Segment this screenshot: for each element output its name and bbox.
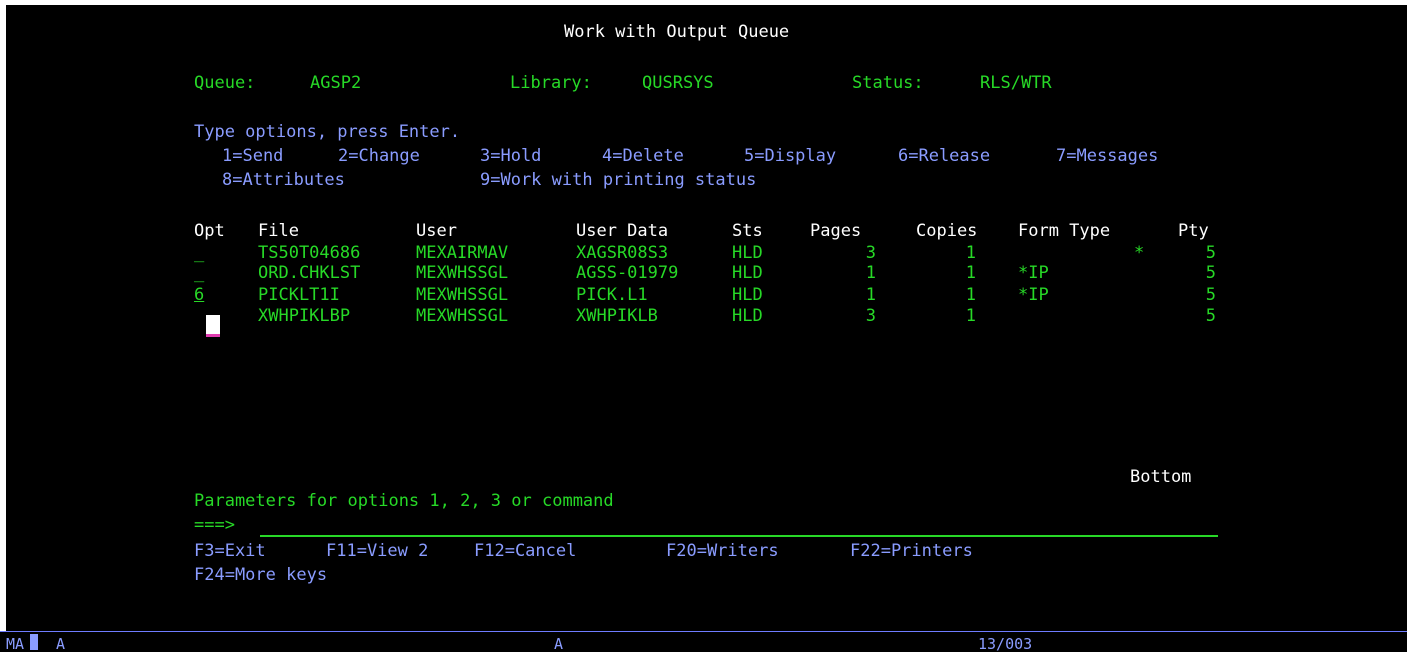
option-display: 5=Display xyxy=(744,146,837,166)
row-file: XWHPIKLBP xyxy=(258,306,351,326)
status-mode: MA xyxy=(6,635,25,652)
row-pages: 3 xyxy=(865,306,876,326)
table-row-opt-input[interactable]: _ xyxy=(194,243,204,263)
option-release: 6=Release xyxy=(898,146,991,166)
table-row-opt-input[interactable] xyxy=(206,315,220,337)
option-attributes: 8=Attributes xyxy=(222,170,345,190)
option-send: 1=Send xyxy=(222,146,284,166)
row-pty: 5 xyxy=(1205,263,1216,283)
row-user: MEXAIRMAV xyxy=(416,243,509,263)
row-user: MEXWHSSGL xyxy=(416,306,509,326)
table-row-opt-input[interactable]: 6 xyxy=(194,285,204,305)
fkey-writers[interactable]: F20=Writers xyxy=(666,541,779,561)
row-user-data: XAGSR08S3 xyxy=(576,243,669,263)
row-pty: 5 xyxy=(1205,285,1216,305)
col-header-user-data: User Data xyxy=(576,221,669,241)
row-copies: 1 xyxy=(965,243,976,263)
status-cursor-block xyxy=(30,634,38,650)
status-cursor-position: 13/003 xyxy=(978,635,1033,652)
fkey-exit[interactable]: F3=Exit xyxy=(194,541,266,561)
row-form-type: * xyxy=(1134,243,1145,263)
row-form-type: *IP xyxy=(1018,263,1049,283)
col-header-opt: Opt xyxy=(194,221,225,241)
row-sts: HLD xyxy=(732,306,763,326)
instructions-text: Type options, press Enter. xyxy=(194,122,461,142)
row-copies: 1 xyxy=(965,285,976,305)
row-user-data: XWHPIKLB xyxy=(576,306,658,326)
command-input[interactable] xyxy=(260,515,1218,537)
status-label: Status: xyxy=(852,73,924,93)
parameters-label: Parameters for options 1, 2, 3 or comman… xyxy=(194,491,614,511)
fkey-more-keys[interactable]: F24=More keys xyxy=(194,565,327,585)
row-sts: HLD xyxy=(732,285,763,305)
row-user: MEXWHSSGL xyxy=(416,285,509,305)
row-file: TS50T04686 xyxy=(258,243,361,263)
queue-value: AGSP2 xyxy=(310,73,362,93)
row-sts: HLD xyxy=(732,263,763,283)
queue-label: Queue: xyxy=(194,73,256,93)
row-pages: 1 xyxy=(865,263,876,283)
fkey-printers[interactable]: F22=Printers xyxy=(850,541,973,561)
col-header-file: File xyxy=(258,221,299,241)
row-pages: 1 xyxy=(865,285,876,305)
terminal-screen: Work with Output Queue Queue: AGSP2 Libr… xyxy=(6,5,1407,631)
list-bottom-indicator: Bottom xyxy=(1130,467,1192,487)
option-hold: 3=Hold xyxy=(480,146,542,166)
status-indicator-2: A xyxy=(554,635,564,652)
row-copies: 1 xyxy=(965,306,976,326)
library-label: Library: xyxy=(510,73,592,93)
row-sts: HLD xyxy=(732,243,763,263)
row-user: MEXWHSSGL xyxy=(416,263,509,283)
library-value: QUSRSYS xyxy=(642,73,714,93)
fkey-view-2[interactable]: F11=View 2 xyxy=(326,541,428,561)
row-pty: 5 xyxy=(1205,306,1216,326)
row-file: PICKLT1I xyxy=(258,285,340,305)
col-header-user: User xyxy=(416,221,457,241)
fkey-cancel[interactable]: F12=Cancel xyxy=(474,541,576,561)
table-row-opt-input[interactable]: _ xyxy=(194,263,204,283)
row-user-data: PICK.L1 xyxy=(576,285,648,305)
status-indicator-1: A xyxy=(56,635,66,652)
col-header-pty: Pty xyxy=(1178,221,1209,241)
option-delete: 4=Delete xyxy=(602,146,684,166)
col-header-form-type: Form Type xyxy=(1018,221,1111,241)
row-pages: 3 xyxy=(865,243,876,263)
row-file: ORD.CHKLST xyxy=(258,263,361,283)
screen-title: Work with Output Queue xyxy=(564,22,790,42)
col-header-pages: Pages xyxy=(810,221,862,241)
command-prompt: ===> xyxy=(194,515,235,535)
col-header-sts: Sts xyxy=(732,221,763,241)
option-messages: 7=Messages xyxy=(1056,146,1159,166)
status-value: RLS/WTR xyxy=(980,73,1052,93)
row-copies: 1 xyxy=(965,263,976,283)
col-header-copies: Copies xyxy=(916,221,978,241)
row-pty: 5 xyxy=(1205,243,1216,263)
option-change: 2=Change xyxy=(338,146,420,166)
option-work-printing-status: 9=Work with printing status xyxy=(480,170,757,190)
row-form-type: *IP xyxy=(1018,285,1049,305)
terminal-status-bar: MA A A 13/003 xyxy=(0,631,1407,652)
row-user-data: AGSS-01979 xyxy=(576,263,679,283)
